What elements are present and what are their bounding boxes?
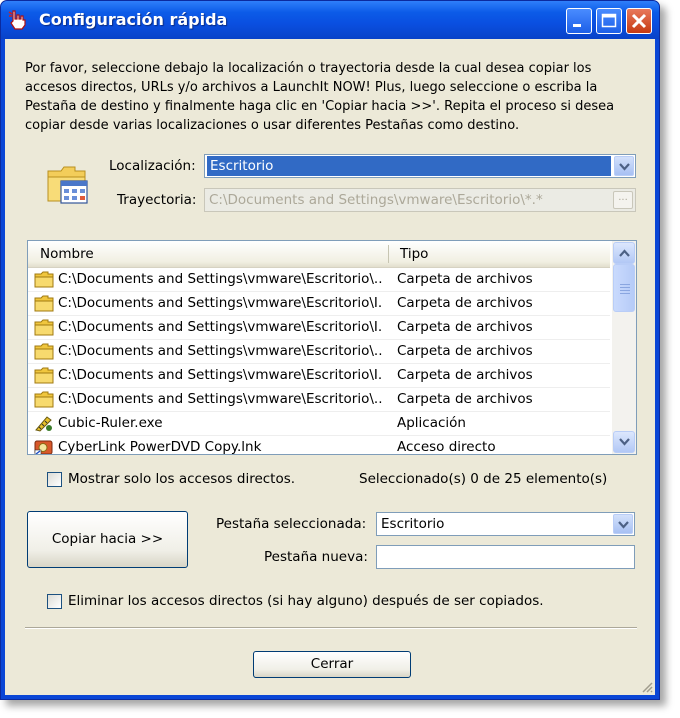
copy-to-button[interactable]: Copiar hacia >>: [27, 511, 188, 568]
path-field: C:\Documents and Settings\vmware\Escrito…: [204, 188, 636, 212]
list-item[interactable]: C:\Documents and Settings\vmware\Escrito…: [28, 268, 610, 292]
item-name: C:\Documents and Settings\vmware\Escrito…: [58, 295, 383, 311]
path-value: C:\Documents and Settings\vmware\Escrito…: [209, 192, 543, 208]
location-select[interactable]: Escritorio: [204, 154, 636, 178]
items-list[interactable]: Nombre Tipo C:\Documents and Settings\vm…: [27, 240, 637, 455]
list-item[interactable]: Cubic-Ruler.exe Aplicación: [28, 412, 610, 436]
selection-status: Seleccionado(s) 0 de 25 elemento(s): [359, 471, 608, 487]
selected-tab-select[interactable]: Escritorio: [376, 512, 635, 536]
close-button[interactable]: Cerrar: [253, 651, 411, 678]
grip-line: [620, 287, 630, 288]
item-type: Carpeta de archivos: [397, 295, 533, 311]
item-name: Cubic-Ruler.exe: [58, 415, 163, 431]
folder-icon: [34, 295, 54, 312]
scroll-thumb[interactable]: [613, 264, 635, 312]
scroll-up-button[interactable]: [613, 242, 635, 264]
dvd-shortcut-icon: [34, 440, 53, 454]
folder-with-grid-icon: [47, 166, 88, 204]
list-item[interactable]: C:\Documents and Settings\vmware\Escrito…: [28, 340, 610, 364]
folder-icon: [34, 367, 54, 384]
item-type: Aplicación: [397, 415, 466, 431]
item-name: C:\Documents and Settings\vmware\Escrito…: [58, 319, 383, 335]
folder-icon: [34, 391, 54, 408]
window-title: Configuración rápida: [39, 10, 228, 29]
item-type: Carpeta de archivos: [397, 271, 533, 287]
chevron-up-icon: [619, 249, 630, 257]
location-value: Escritorio: [207, 156, 611, 176]
location-dropdown-button[interactable]: [614, 156, 634, 176]
instructions-text: Por favor, seleccione debajo la localiza…: [25, 59, 625, 135]
grip-line: [620, 293, 630, 294]
scroll-down-button[interactable]: [613, 431, 635, 453]
dialog-window: Configuración rápida Por favor, seleccio…: [0, 0, 660, 700]
list-header: Nombre Tipo: [28, 241, 610, 268]
maximize-button[interactable]: [596, 8, 622, 34]
selected-tab-value: Escritorio: [381, 516, 445, 532]
item-type: Carpeta de archivos: [397, 319, 533, 335]
maximize-icon: [601, 13, 617, 28]
item-name: CyberLink PowerDVD Copy.lnk: [58, 439, 262, 455]
list-item[interactable]: C:\Documents and Settings\vmware\Escrito…: [28, 292, 610, 316]
resize-grip-icon[interactable]: [641, 681, 653, 693]
new-tab-input[interactable]: [376, 545, 635, 569]
delete-shortcuts-checkbox[interactable]: [47, 594, 62, 609]
minimize-icon: [573, 24, 581, 27]
item-type: Carpeta de archivos: [397, 367, 533, 383]
chevron-down-icon: [618, 521, 629, 529]
column-separator[interactable]: [388, 245, 389, 263]
instructions-line: Pestaña de destino y finalmente haga cli…: [25, 99, 615, 114]
folder-icon: [34, 319, 54, 336]
show-shortcuts-checkbox[interactable]: [47, 472, 62, 487]
pointing-hand-icon: [8, 10, 26, 30]
separator-line: [25, 627, 637, 629]
list-item[interactable]: C:\Documents and Settings\vmware\Escrito…: [28, 364, 610, 388]
minimize-button[interactable]: [566, 8, 592, 34]
delete-shortcuts-label[interactable]: Eliminar los accesos directos (si hay al…: [68, 593, 544, 609]
selected-tab-label: Pestaña seleccionada:: [216, 516, 367, 532]
new-tab-label: Pestaña nueva:: [264, 549, 368, 565]
item-name: C:\Documents and Settings\vmware\Escrito…: [58, 367, 383, 383]
instructions-line: Por favor, seleccione debajo la localiza…: [25, 61, 592, 76]
dialog-body: Por favor, seleccione debajo la localiza…: [5, 39, 655, 695]
item-type: Carpeta de archivos: [397, 391, 533, 407]
item-type: Carpeta de archivos: [397, 343, 533, 359]
chevron-down-icon: [619, 163, 630, 171]
selected-tab-dropdown-button[interactable]: [613, 514, 633, 534]
instructions-line: accesos directos, URLs y/o archivos a La…: [25, 80, 598, 95]
list-vertical-scrollbar[interactable]: [612, 241, 636, 454]
list-item[interactable]: C:\Documents and Settings\vmware\Escrito…: [28, 316, 610, 340]
list-rows: C:\Documents and Settings\vmware\Escrito…: [28, 268, 610, 455]
list-item[interactable]: CyberLink PowerDVD Copy.lnk Acceso direc…: [28, 436, 610, 455]
grip-line: [620, 290, 630, 291]
item-name: C:\Documents and Settings\vmware\Escrito…: [58, 271, 383, 287]
title-bar[interactable]: Configuración rápida: [1, 1, 659, 39]
show-shortcuts-label[interactable]: Mostrar solo los accesos directos.: [68, 471, 295, 487]
browse-button: ...: [613, 191, 633, 209]
folder-icon: [34, 271, 54, 288]
instructions-line: copiar desde varias localizaciones o usa…: [25, 118, 520, 133]
folder-icon: [34, 343, 54, 360]
item-name: C:\Documents and Settings\vmware\Escrito…: [58, 391, 383, 407]
list-item[interactable]: C:\Documents and Settings\vmware\Escrito…: [28, 388, 610, 412]
ruler-app-icon: [35, 416, 52, 432]
close-window-button[interactable]: [626, 8, 652, 34]
grip-line: [620, 284, 630, 285]
chevron-down-icon: [619, 438, 630, 446]
item-type: Acceso directo: [397, 439, 496, 455]
path-label: Trayectoria:: [117, 192, 197, 208]
close-icon: [631, 13, 647, 29]
location-label: Localización:: [109, 158, 196, 174]
column-header-name[interactable]: Nombre: [40, 246, 94, 262]
item-name: C:\Documents and Settings\vmware\Escrito…: [58, 343, 383, 359]
column-header-type[interactable]: Tipo: [400, 246, 428, 262]
